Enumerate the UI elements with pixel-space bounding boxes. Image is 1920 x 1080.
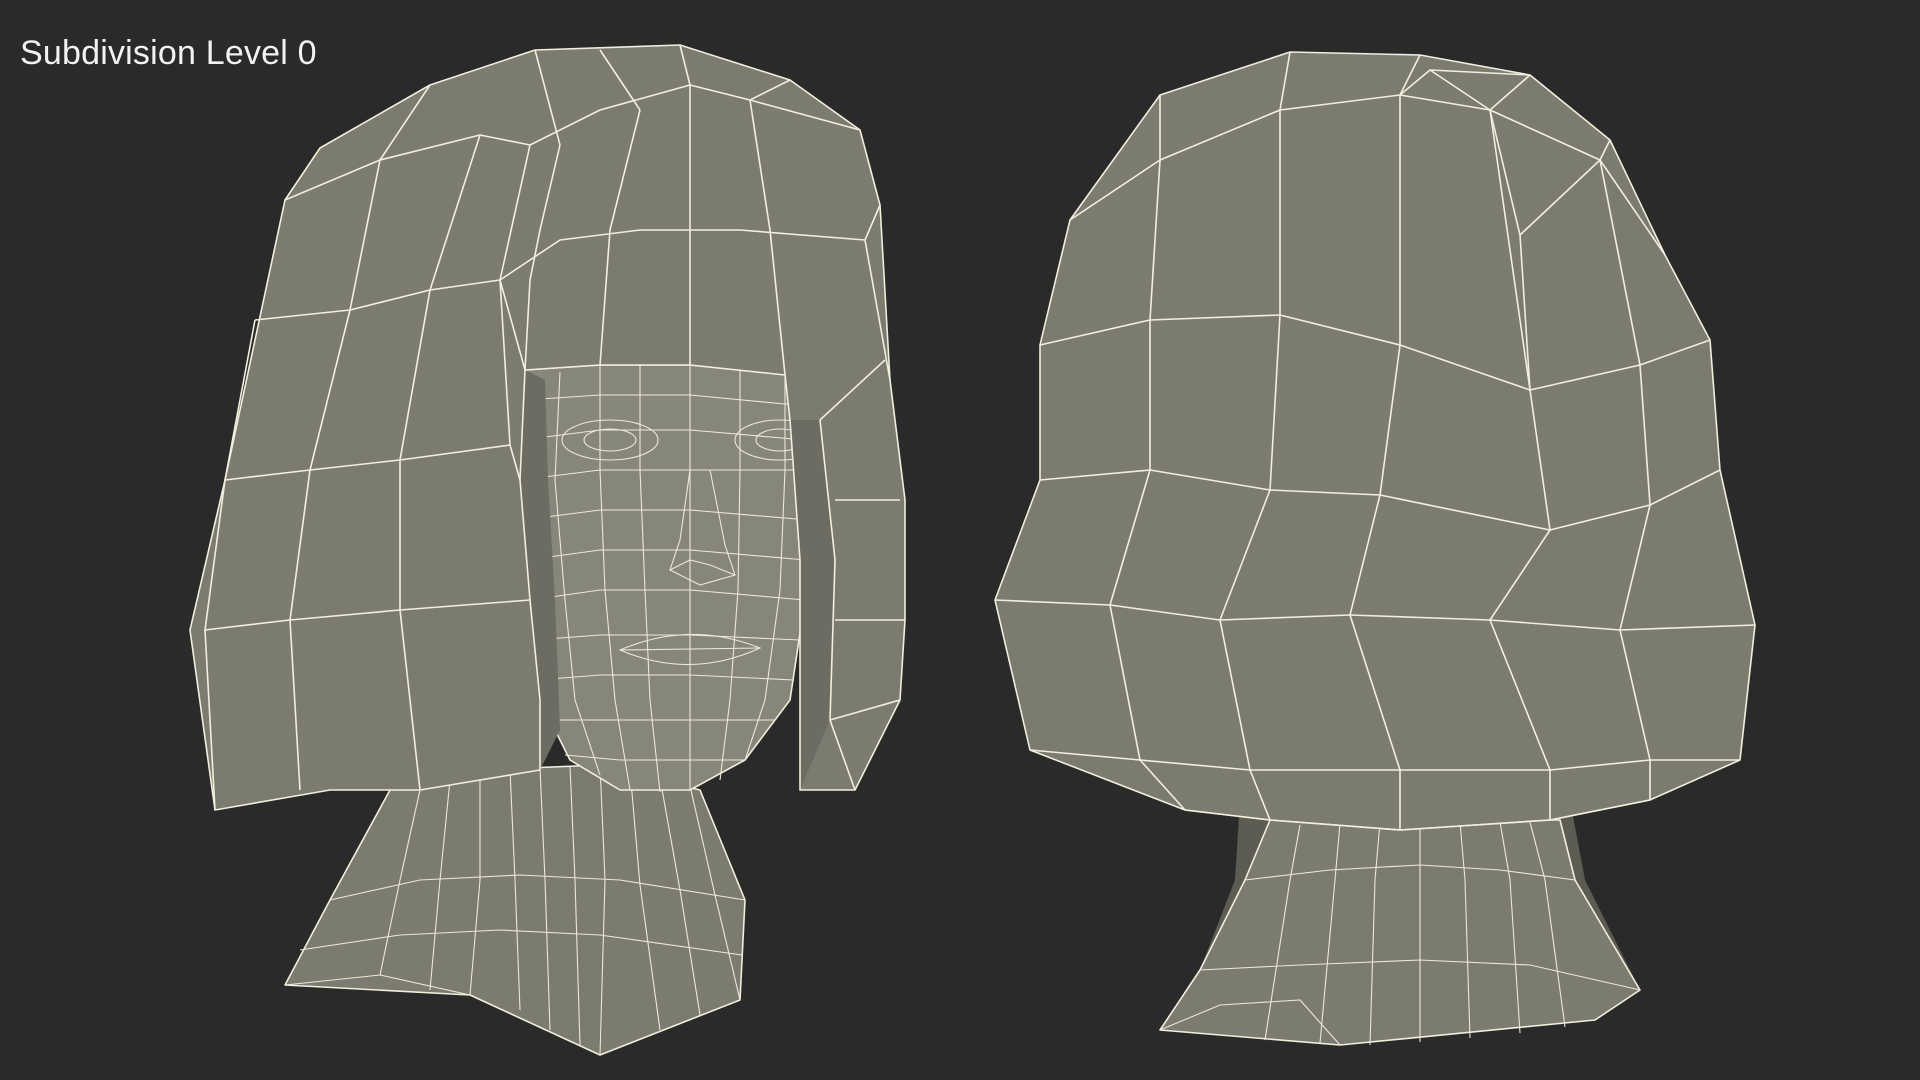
back-view-head-mesh-icon [994,51,1756,1046]
back-hair-surface [995,52,1755,830]
render-viewport: Subdivision Level 0 [0,0,1920,1080]
